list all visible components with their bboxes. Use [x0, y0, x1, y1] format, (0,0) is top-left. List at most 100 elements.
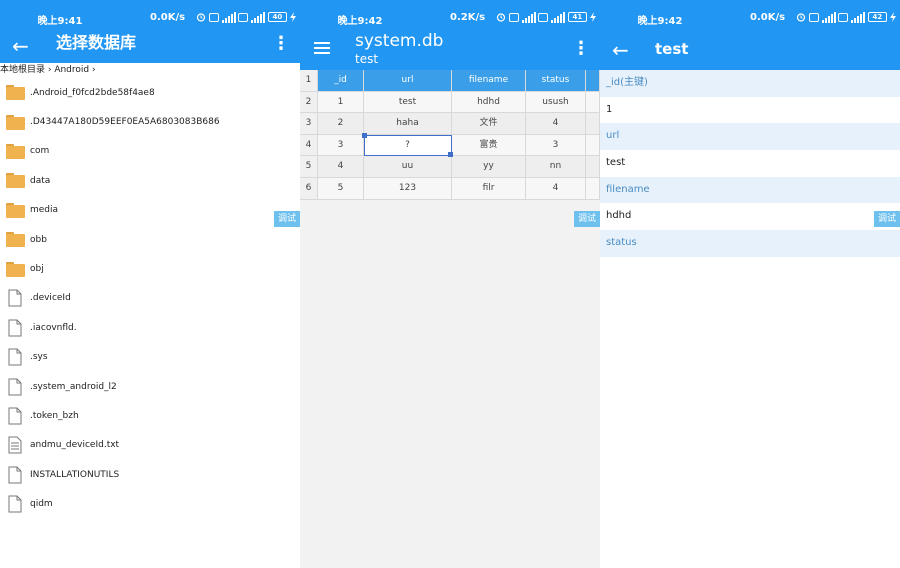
database-picker-screen: 晚上9:41 0.0K/s 40 ← 选择数据库 ⋮ 本地根目录 › Andro… [0, 0, 300, 568]
status-icons: 42 [796, 10, 896, 24]
record-title: test [655, 40, 689, 58]
debug-button[interactable]: 调试 [274, 211, 300, 227]
row-number: 2 [300, 91, 318, 114]
hamburger-menu-icon[interactable] [314, 42, 330, 54]
selection-handle[interactable] [448, 152, 453, 158]
status-icons: 41 [496, 10, 596, 24]
table-cell[interactable]: 123 [364, 177, 452, 200]
field-value[interactable]: hdhd [600, 203, 900, 231]
table-row[interactable]: 3 2 haha 文件 4 [300, 113, 600, 135]
file-list-item[interactable]: andmu_deviceId.txt [0, 431, 300, 460]
file-list-item[interactable]: .D43447A180D59EEF0EA5A6803083B686 [0, 107, 300, 136]
selection-handle[interactable] [362, 132, 367, 138]
folder-icon [5, 112, 25, 132]
debug-button[interactable]: 调试 [574, 211, 600, 227]
status-bar: 晚上9:42 0.0K/s 42 [600, 0, 900, 34]
file-list: .Android_f0fcd2bde58f4ae8 .D43447A180D59E… [0, 78, 300, 519]
table-cell[interactable]: 1 [318, 91, 364, 114]
row-number: 6 [300, 177, 318, 200]
network-speed: 0.2K/s [450, 12, 486, 23]
grid-spacer [586, 134, 600, 157]
file-list-item[interactable]: .Android_f0fcd2bde58f4ae8 [0, 78, 300, 107]
grid-header-row: 1 _id url filename status [300, 70, 600, 92]
column-header[interactable]: status [526, 70, 586, 92]
table-cell[interactable]: 4 [526, 113, 586, 135]
file-list-item[interactable]: .system_android_l2 [0, 372, 300, 401]
back-arrow-icon[interactable]: ← [12, 35, 29, 57]
page-title: 选择数据库 [56, 33, 137, 52]
file-list-item[interactable]: .iacovnfld. [0, 313, 300, 342]
field-value[interactable]: test [600, 150, 900, 177]
column-header[interactable]: _id [318, 70, 364, 92]
table-cell[interactable]: 4 [318, 156, 364, 178]
column-header[interactable]: url [364, 70, 452, 92]
alarm-icon [796, 12, 806, 23]
table-cell[interactable]: 3 [526, 134, 586, 157]
folder-icon [5, 200, 25, 220]
table-cell[interactable]: hdhd [452, 91, 526, 114]
table-row[interactable]: 5 4 uu yy nn [300, 156, 600, 178]
file-list-item[interactable]: com [0, 137, 300, 166]
table-row[interactable]: 2 1 test hdhd usush [300, 91, 600, 114]
folder-icon [5, 83, 25, 103]
status-time: 晚上9:42 [637, 16, 683, 27]
overflow-menu-icon[interactable]: ⋮ [272, 35, 290, 53]
file-list-item[interactable]: obj [0, 254, 300, 283]
table-view-screen: 晚上9:42 0.2K/s 41 system.db test ⋮ 1 _id ur… [300, 0, 600, 568]
row-number: 5 [300, 156, 318, 178]
row-number: 1 [300, 70, 318, 92]
signal-icon [522, 11, 536, 23]
selected-cell[interactable]: ? [362, 132, 453, 158]
network-speed: 0.0K/s [750, 12, 786, 23]
column-header[interactable]: filename [452, 70, 526, 92]
table-cell[interactable]: 5 [318, 177, 364, 200]
file-list-item[interactable]: .deviceId [0, 284, 300, 313]
field-label: filename [600, 176, 900, 204]
status-bar: 晚上9:41 0.0K/s 40 [0, 0, 300, 34]
table-cell[interactable]: usush [526, 91, 586, 114]
file-name: .iacovnfld. [30, 322, 77, 333]
table-cell[interactable]: uu [364, 156, 452, 178]
file-list-item[interactable]: obb [0, 225, 300, 254]
field-value[interactable]: 1 [600, 96, 900, 124]
file-name: .Android_f0fcd2bde58f4ae8 [30, 87, 155, 98]
table-row[interactable]: 6 5 123 filr 4 [300, 177, 600, 200]
table-cell[interactable]: nn [526, 156, 586, 178]
file-list-item[interactable]: INSTALLATIONUTILS [0, 460, 300, 489]
breadcrumb[interactable]: 本地根目录 › Android › [0, 63, 96, 77]
file-list-item[interactable]: data [0, 166, 300, 195]
data-grid: 1 _id url filename status 2 1 test hdhd usush 3 2 ha… [300, 70, 600, 200]
file-name: .deviceId [30, 293, 71, 304]
table-cell[interactable]: 文件 [452, 113, 526, 135]
hd-icon [209, 12, 219, 23]
app-bar: ← test [600, 34, 900, 70]
table-cell[interactable]: filr [452, 177, 526, 200]
table-cell[interactable]: 2 [318, 113, 364, 135]
app-bar: system.db test ⋮ [300, 31, 600, 70]
table-cell[interactable]: 富贵 [452, 134, 526, 157]
table-row[interactable]: 4 3? 富贵 3 [300, 132, 600, 158]
file-list-item[interactable]: .token_bzh [0, 401, 300, 430]
file-list-item[interactable]: .sys [0, 343, 300, 372]
grid-spacer [586, 70, 600, 92]
network-speed: 0.0K/s [150, 12, 186, 23]
table-cell[interactable]: 4 [526, 177, 586, 200]
file-name: com [30, 146, 50, 157]
table-cell[interactable]: haha [364, 113, 452, 135]
table-cell[interactable]: 3 [318, 134, 364, 157]
file-icon [5, 494, 25, 514]
back-arrow-icon[interactable]: ← [612, 39, 629, 61]
file-name: .system_android_l2 [30, 381, 117, 392]
file-name: qidm [30, 499, 53, 510]
alarm-icon [496, 12, 506, 23]
overflow-menu-icon[interactable]: ⋮ [572, 40, 590, 58]
signal-icon [551, 11, 566, 23]
signal-icon [822, 11, 836, 23]
file-list-item[interactable]: media [0, 196, 300, 225]
table-cell[interactable]: test [364, 91, 452, 114]
debug-button[interactable]: 调试 [874, 211, 900, 227]
folder-icon [5, 230, 25, 250]
table-cell[interactable]: yy [452, 156, 526, 178]
status-time: 晚上9:42 [337, 16, 383, 27]
file-list-item[interactable]: qidm [0, 489, 300, 518]
